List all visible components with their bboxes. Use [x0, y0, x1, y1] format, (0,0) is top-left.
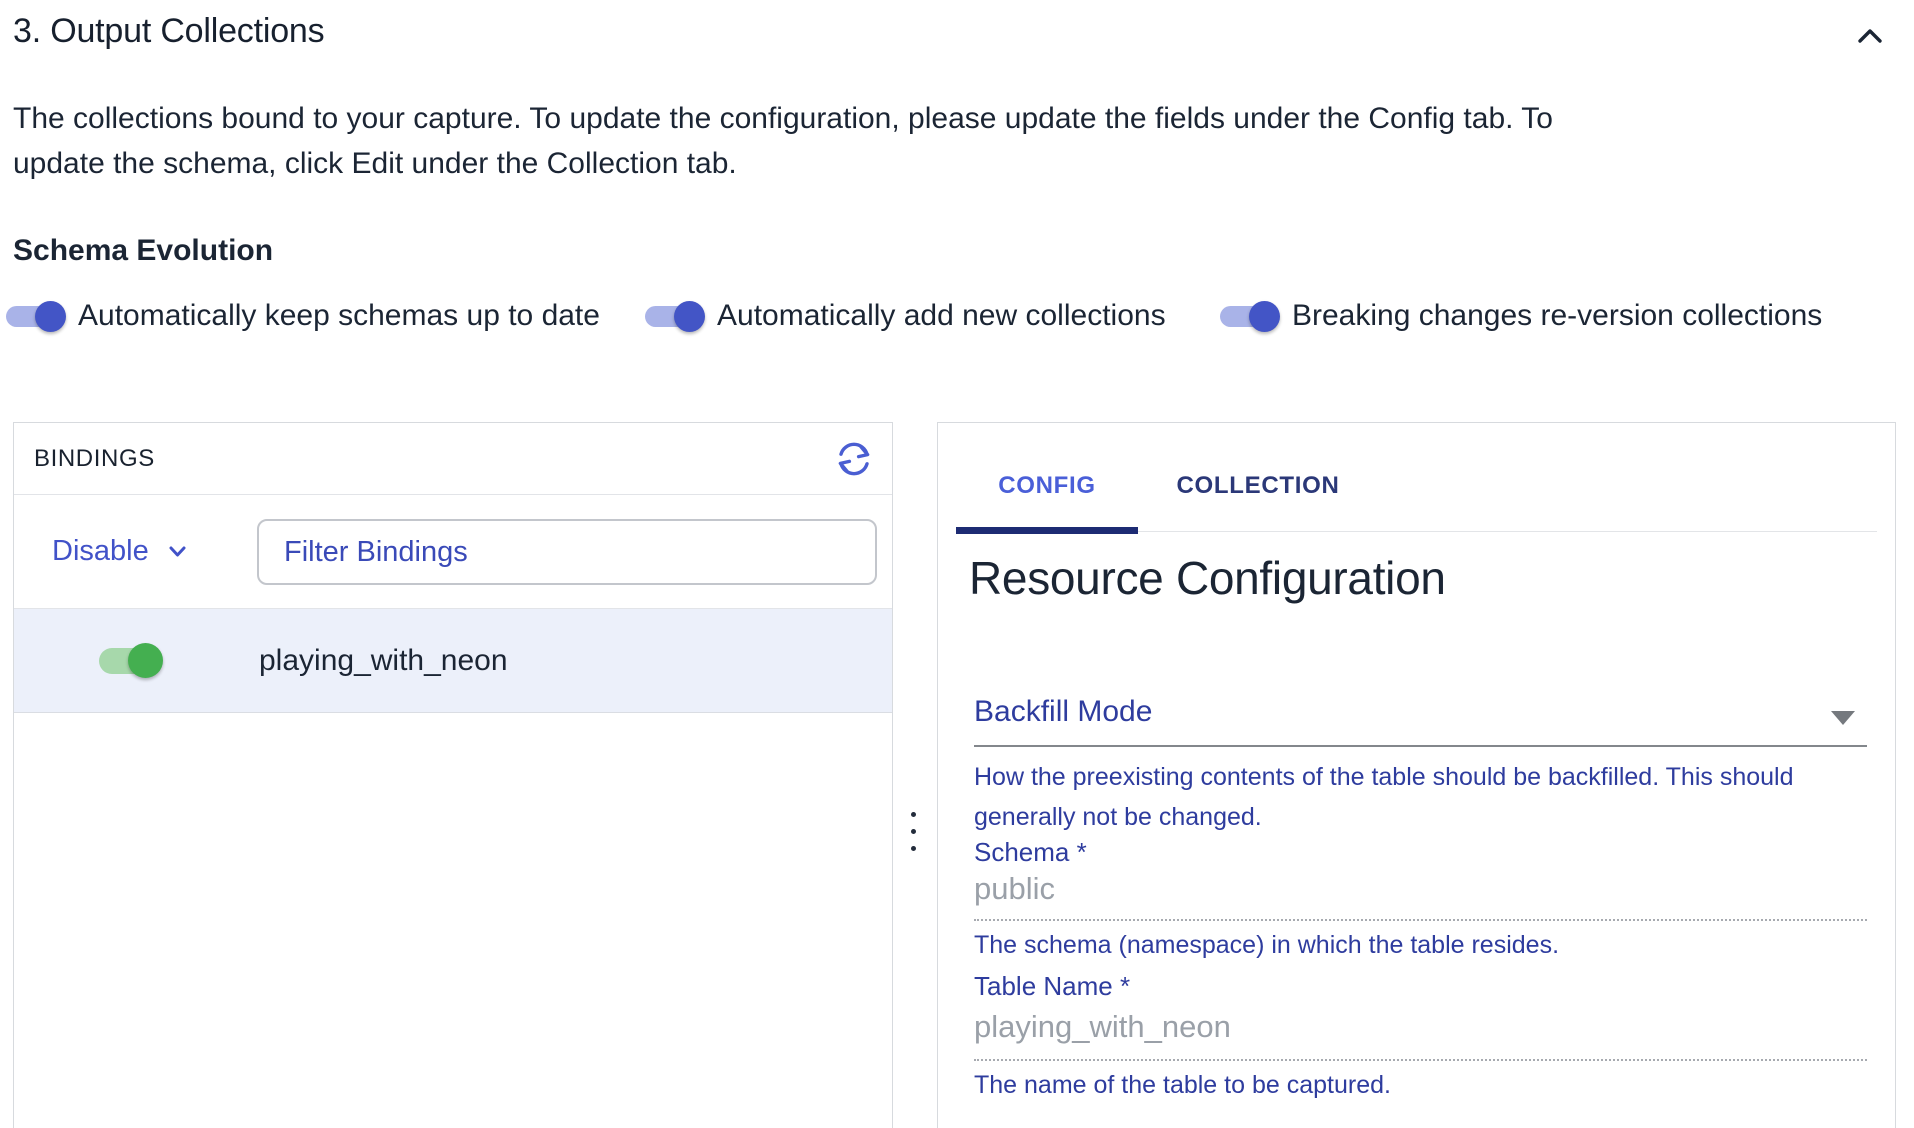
refresh-icon [832, 437, 876, 481]
schema-field-underline [974, 919, 1867, 921]
schema-helper-text: The schema (namespace) in which the tabl… [974, 931, 1872, 960]
resource-configuration-heading: Resource Configuration [969, 551, 1446, 605]
backfill-helper-text: How the preexisting contents of the tabl… [974, 757, 1872, 837]
table-name-helper-text: The name of the table to be captured. [974, 1071, 1872, 1100]
table-name-field-underline [974, 1059, 1867, 1061]
toggle-label: Automatically add new collections [717, 299, 1166, 333]
schema-evolution-heading: Schema Evolution [13, 234, 273, 268]
chevron-down-icon [164, 538, 191, 565]
toggle-keep-schemas-up-to-date[interactable]: Automatically keep schemas up to date [6, 297, 600, 335]
drag-handle-dots-icon [911, 812, 916, 817]
drag-handle-dots-icon [911, 846, 916, 851]
bindings-header: BINDINGS [14, 423, 892, 495]
section-title: 3. Output Collections [13, 12, 324, 51]
toggle-label: Breaking changes re-version collections [1292, 299, 1822, 333]
bindings-controls: Disable [14, 495, 892, 609]
switch-on-icon[interactable] [1220, 300, 1280, 332]
collapse-section-button[interactable] [1844, 10, 1896, 62]
binding-details-panel: CONFIG COLLECTION Resource Configuration… [937, 422, 1896, 1128]
bindings-panel: BINDINGS Disable playing_with_neo [13, 422, 893, 1128]
bindings-title: BINDINGS [34, 445, 155, 473]
active-tab-indicator [956, 527, 1138, 534]
binding-enabled-switch-icon[interactable] [99, 643, 163, 679]
table-name-field-value[interactable]: playing_with_neon [974, 1009, 1867, 1045]
binding-name: playing_with_neon [259, 609, 508, 713]
backfill-mode-label: Backfill Mode [974, 695, 1152, 729]
arrow-drop-down-icon[interactable] [1831, 711, 1855, 725]
switch-on-icon[interactable] [6, 300, 66, 332]
schema-evolution-toggles: Automatically keep schemas up to date Au… [0, 297, 1914, 335]
tab-config[interactable]: CONFIG [956, 443, 1138, 528]
drag-handle-dots-icon [911, 829, 916, 834]
panel-resize-handle[interactable] [903, 812, 923, 851]
filter-bindings-input[interactable] [257, 519, 877, 585]
binding-row-playing-with-neon[interactable]: playing_with_neon [14, 609, 892, 713]
disable-dropdown-label: Disable [52, 535, 149, 568]
schema-field-label: Schema * [974, 837, 1087, 868]
table-name-field-label: Table Name * [974, 971, 1130, 1002]
toggle-add-new-collections[interactable]: Automatically add new collections [645, 297, 1166, 335]
output-collections-section: 3. Output Collections The collections bo… [0, 0, 1914, 1128]
refresh-bindings-button[interactable] [830, 435, 878, 483]
toggle-breaking-changes-reversion[interactable]: Breaking changes re-version collections [1220, 297, 1822, 335]
switch-on-icon[interactable] [645, 300, 705, 332]
toggle-label: Automatically keep schemas up to date [78, 299, 600, 333]
backfill-select-underline [974, 745, 1867, 747]
disable-dropdown-button[interactable]: Disable [52, 535, 191, 568]
tab-collection[interactable]: COLLECTION [1138, 443, 1378, 528]
chevron-up-icon [1850, 16, 1890, 56]
schema-field-value[interactable]: public [974, 871, 1867, 907]
section-description: The collections bound to your capture. T… [13, 96, 1558, 186]
details-tabs: CONFIG COLLECTION [956, 423, 1877, 535]
